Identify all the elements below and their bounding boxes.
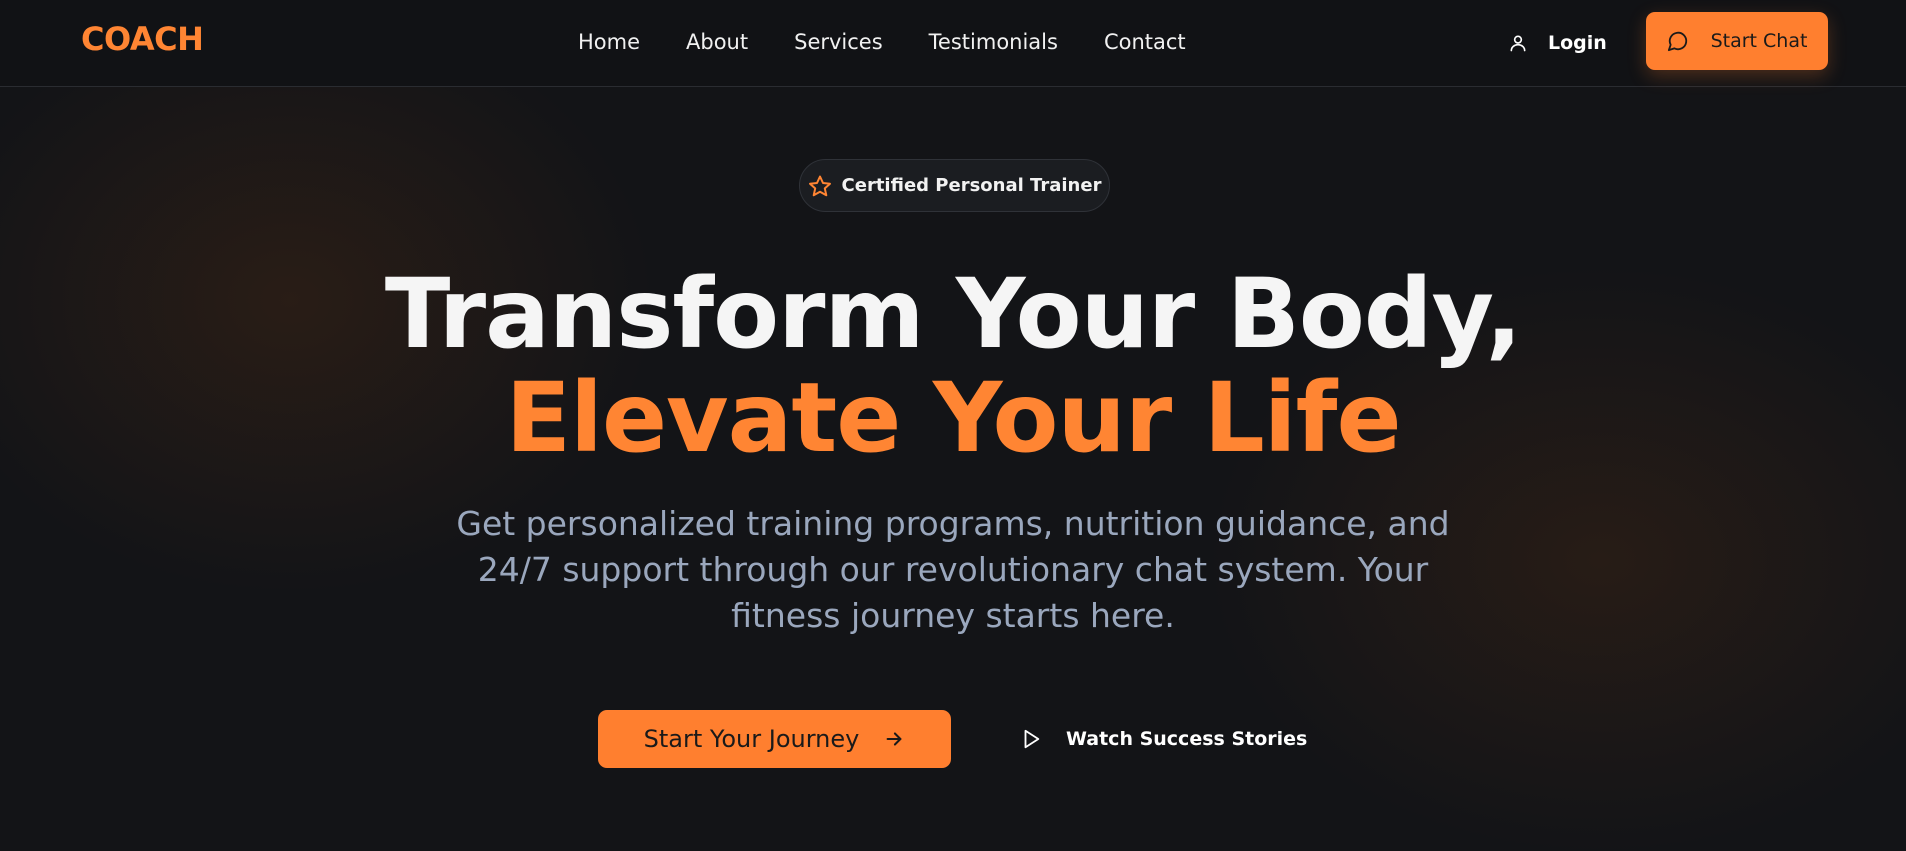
- headline-line-2: Elevate Your Life: [505, 362, 1401, 474]
- headline-line-1: Transform Your Body,: [384, 258, 1522, 370]
- hero-headline: Transform Your Body, Elevate Your Life: [0, 262, 1906, 470]
- watch-success-stories-label: Watch Success Stories: [1066, 728, 1308, 750]
- login-label: Login: [1548, 32, 1607, 54]
- chat-bubble-icon: [1667, 31, 1687, 52]
- login-button[interactable]: Login: [1508, 28, 1607, 58]
- primary-nav-links: Home About Services Testimonials Contact: [578, 28, 1186, 58]
- hero-subtitle: Get personalized training programs, nutr…: [456, 504, 1450, 635]
- top-navigation-bar: COACH Home About Services Testimonials C…: [0, 0, 1906, 87]
- nav-link-about[interactable]: About: [686, 28, 748, 58]
- start-chat-label: Start Chat: [1710, 30, 1808, 52]
- start-journey-button[interactable]: Start Your Journey: [598, 710, 951, 768]
- badge-label: Certified Personal Trainer: [841, 175, 1102, 196]
- star-icon: [808, 175, 831, 196]
- start-chat-button[interactable]: Start Chat: [1646, 12, 1828, 70]
- brand-logo[interactable]: COACH: [81, 20, 204, 58]
- nav-link-contact[interactable]: Contact: [1104, 28, 1186, 58]
- nav-link-home[interactable]: Home: [578, 28, 640, 58]
- watch-success-stories-button[interactable]: Watch Success Stories: [1020, 722, 1307, 756]
- start-journey-label: Start Your Journey: [643, 725, 860, 753]
- nav-link-services[interactable]: Services: [794, 28, 883, 58]
- user-icon: [1510, 35, 1526, 52]
- arrow-right-icon: [886, 732, 902, 746]
- nav-link-testimonials[interactable]: Testimonials: [929, 28, 1058, 58]
- certification-badge: Certified Personal Trainer: [799, 159, 1110, 212]
- landing-page: COACH Home About Services Testimonials C…: [0, 0, 1906, 851]
- play-icon: [1024, 729, 1040, 749]
